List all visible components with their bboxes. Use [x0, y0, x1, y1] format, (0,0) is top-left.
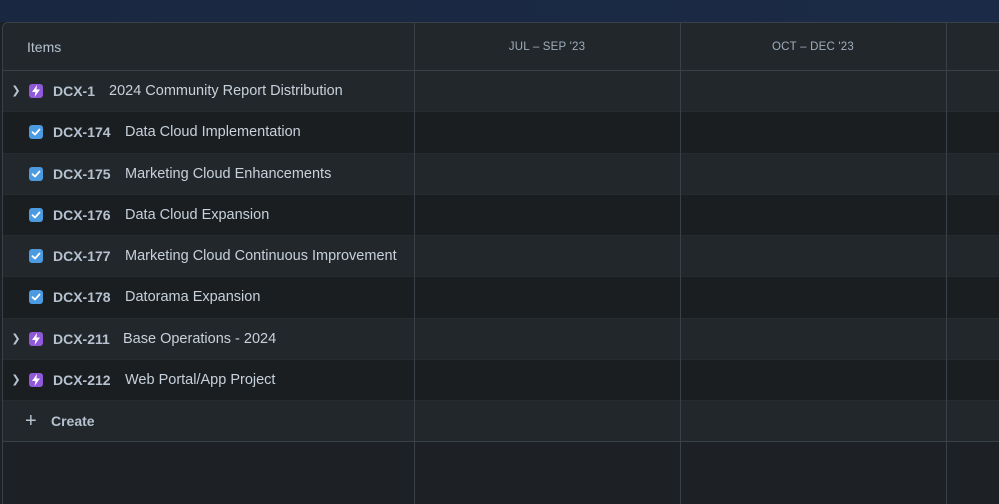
- issue-title[interactable]: Web Portal/App Project: [125, 360, 275, 401]
- timeline-panel: Items JUL – SEP '23 OCT – DEC '23 ❯ DCX-…: [2, 22, 999, 504]
- timeline-header: Items JUL – SEP '23 OCT – DEC '23: [3, 23, 999, 71]
- item-row-dcx-175[interactable]: DCX-175 Marketing Cloud Enhancements: [3, 153, 999, 195]
- issue-title[interactable]: Marketing Cloud Enhancements: [125, 154, 331, 195]
- task-checkbox-icon: [29, 207, 43, 222]
- issue-title[interactable]: Datorama Expansion: [125, 277, 260, 318]
- period-header-q3: JUL – SEP '23: [508, 41, 586, 53]
- epic-icon: [29, 84, 43, 98]
- epic-icon: [29, 331, 43, 346]
- items-column-header: Items: [27, 39, 62, 55]
- issue-key[interactable]: DCX-211: [53, 319, 110, 360]
- task-checkbox-icon: [29, 125, 43, 140]
- column-divider: [680, 23, 681, 504]
- item-row-dcx-177[interactable]: DCX-177 Marketing Cloud Continuous Impro…: [3, 236, 999, 278]
- period-header-q4: OCT – DEC '23: [772, 41, 854, 53]
- task-checkbox-icon: [29, 249, 43, 264]
- issue-key[interactable]: DCX-177: [53, 236, 111, 277]
- issue-key[interactable]: DCX-174: [53, 112, 111, 153]
- issue-title[interactable]: Base Operations - 2024: [123, 319, 276, 360]
- item-row-dcx-212[interactable]: ❯ DCX-212 Web Portal/App Project: [3, 360, 999, 402]
- issue-key[interactable]: DCX-212: [53, 360, 111, 401]
- issue-title[interactable]: 2024 Community Report Distribution: [109, 71, 343, 112]
- item-row-dcx-178[interactable]: DCX-178 Datorama Expansion: [3, 277, 999, 319]
- item-row-dcx-211[interactable]: ❯ DCX-211 Base Operations - 2024: [3, 318, 999, 361]
- column-divider: [414, 23, 415, 504]
- issue-key[interactable]: DCX-175: [53, 154, 111, 195]
- issue-title[interactable]: Data Cloud Expansion: [125, 195, 269, 236]
- create-label: Create: [51, 413, 95, 430]
- item-row-dcx-174[interactable]: DCX-174 Data Cloud Implementation: [3, 112, 999, 154]
- create-item-button[interactable]: + Create: [3, 401, 999, 443]
- plus-icon: +: [25, 410, 37, 433]
- issue-key[interactable]: DCX-1: [53, 71, 95, 112]
- task-checkbox-icon: [29, 290, 43, 305]
- issue-title[interactable]: Marketing Cloud Continuous Improvement: [125, 236, 397, 277]
- items-list: ❯ DCX-1 2024 Community Report Distributi…: [3, 71, 999, 443]
- issue-key[interactable]: DCX-176: [53, 195, 111, 236]
- issue-title[interactable]: Data Cloud Implementation: [125, 112, 301, 153]
- chevron-right-icon[interactable]: ❯: [11, 319, 21, 360]
- task-checkbox-icon: [29, 166, 43, 181]
- top-navigation-bar: [0, 0, 999, 22]
- chevron-right-icon[interactable]: ❯: [11, 71, 21, 112]
- item-row-dcx-1[interactable]: ❯ DCX-1 2024 Community Report Distributi…: [3, 71, 999, 113]
- issue-key[interactable]: DCX-178: [53, 277, 111, 318]
- epic-icon: [29, 373, 43, 388]
- item-row-dcx-176[interactable]: DCX-176 Data Cloud Expansion: [3, 194, 999, 237]
- chevron-right-icon[interactable]: ❯: [11, 360, 21, 401]
- column-divider: [946, 23, 947, 504]
